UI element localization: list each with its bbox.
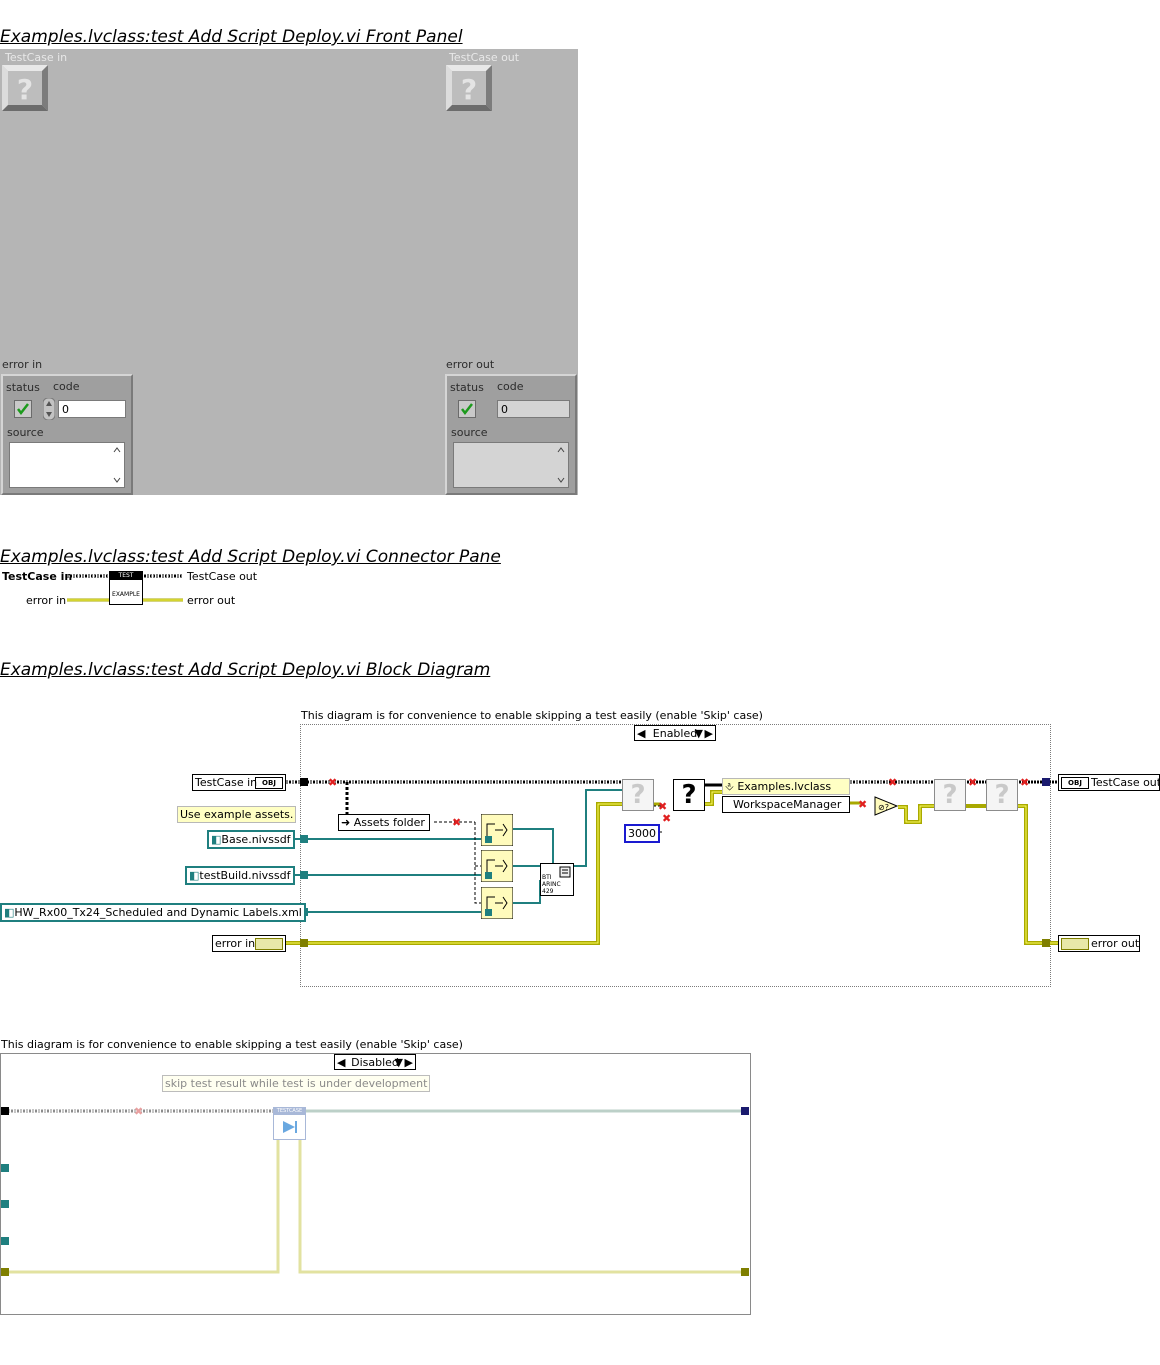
skip-forward-icon (283, 1121, 297, 1133)
svg-text:✖: ✖ (134, 1105, 143, 1118)
disabled-case-wires: ✖ (1, 1105, 749, 1276)
error-x-icons: ✖ (134, 1105, 143, 1118)
testcase-node-banner: TESTCASE (274, 1108, 305, 1115)
skip-testcase-node[interactable]: TESTCASE (273, 1107, 306, 1140)
